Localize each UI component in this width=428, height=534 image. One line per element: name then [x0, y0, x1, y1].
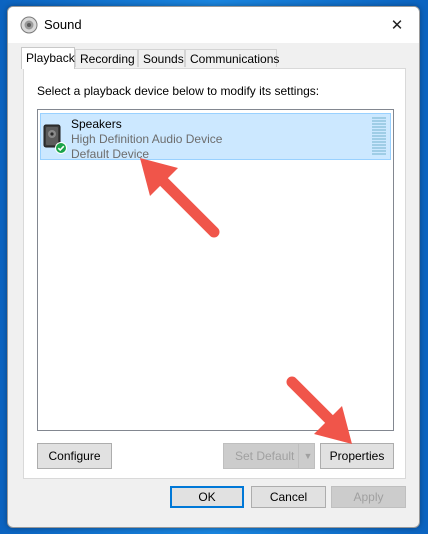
level-bar [372, 120, 386, 122]
tab-recording[interactable]: Recording [75, 49, 138, 67]
tab-sounds[interactable]: Sounds [138, 49, 185, 67]
volume-level-meter [372, 117, 386, 157]
level-bar [372, 153, 386, 155]
level-bar [372, 132, 386, 134]
level-bar [372, 144, 386, 146]
level-bar [372, 126, 386, 128]
window-title: Sound [44, 17, 82, 32]
level-bar [372, 123, 386, 125]
speaker-app-icon [20, 16, 38, 34]
device-description: High Definition Audio Device [71, 132, 223, 146]
annotation-arrow-device [140, 158, 220, 238]
level-bar [372, 117, 386, 119]
apply-button: Apply [331, 486, 406, 508]
level-bar [372, 150, 386, 152]
annotation-arrow-properties [286, 376, 352, 444]
level-bar [372, 138, 386, 140]
level-bar [372, 141, 386, 143]
tab-communications[interactable]: Communications [185, 49, 279, 67]
device-name: Speakers [71, 117, 122, 131]
instructions-text: Select a playback device below to modify… [37, 84, 320, 98]
tab-playback[interactable]: Playback [21, 47, 75, 69]
level-bar [372, 135, 386, 137]
checkmark-icon [55, 142, 67, 154]
cancel-button[interactable]: Cancel [251, 486, 326, 508]
configure-button[interactable]: Configure [37, 443, 112, 469]
close-button[interactable]: ✕ [375, 7, 419, 43]
level-bar [372, 147, 386, 149]
level-bar [372, 129, 386, 131]
title-bar: Sound ✕ [8, 7, 419, 43]
ok-button[interactable]: OK [170, 486, 244, 508]
